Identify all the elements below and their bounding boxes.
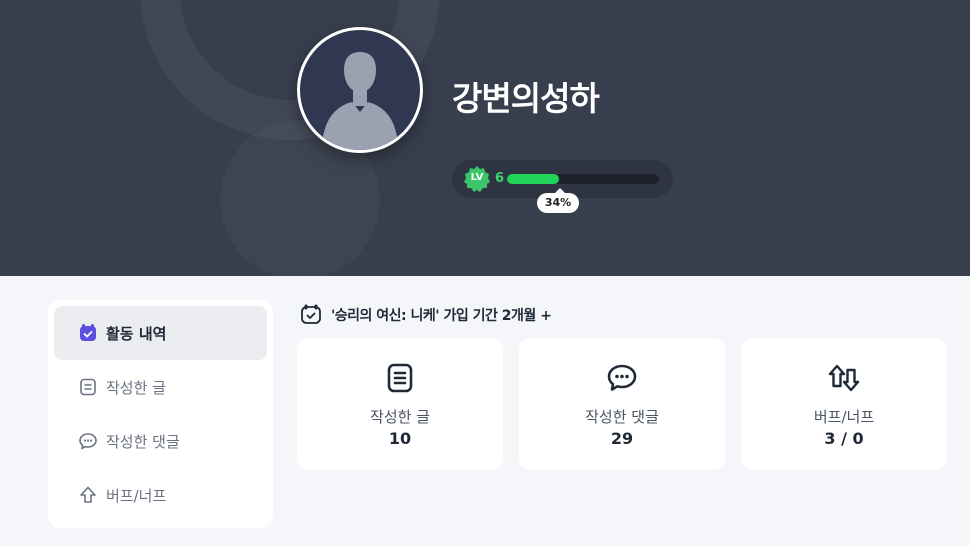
stat-value: 10 bbox=[388, 429, 412, 448]
sidebar-item-comments[interactable]: 작성한 댓글 bbox=[54, 414, 267, 468]
sidebar-item-label: 버프/너프 bbox=[106, 487, 167, 505]
stat-label: 버프/너프 bbox=[813, 408, 875, 426]
sidebar-item-label: 작성한 댓글 bbox=[106, 433, 180, 451]
sidebar: 활동 내역 작성한 글 작성한 댓글 버프/너프 bbox=[48, 300, 273, 528]
level-badge-label: LV bbox=[470, 172, 484, 183]
profile-nickname: 강변의성하 bbox=[452, 79, 600, 118]
stat-label: 작성한 댓글 bbox=[585, 408, 659, 426]
arrow-up-icon bbox=[80, 486, 96, 503]
stat-value: 3 / 0 bbox=[824, 429, 864, 448]
comment-icon bbox=[79, 433, 97, 450]
document-icon bbox=[80, 378, 96, 396]
stat-card-posts[interactable]: 작성한 글 10 bbox=[297, 338, 503, 470]
up-down-arrows-icon bbox=[828, 364, 860, 392]
sidebar-item-posts[interactable]: 작성한 글 bbox=[54, 360, 267, 414]
default-avatar-icon bbox=[322, 52, 398, 150]
sidebar-item-label: 활동 내역 bbox=[106, 325, 167, 343]
stat-value: 29 bbox=[610, 429, 634, 448]
stat-card-buff-nerf[interactable]: 버프/너프 3 / 0 bbox=[741, 338, 947, 470]
stat-label: 작성한 글 bbox=[370, 408, 430, 426]
level-badge: LV bbox=[463, 165, 491, 193]
membership-text: '승리의 여신: 니케' 가입 기간 2개월 + bbox=[331, 308, 552, 324]
profile-header bbox=[0, 0, 970, 276]
level-progress-fill bbox=[507, 174, 559, 184]
level-progress-tooltip: 34% bbox=[537, 188, 579, 213]
sidebar-item-label: 작성한 글 bbox=[106, 379, 166, 397]
comment-icon bbox=[607, 364, 637, 391]
calendar-check-icon bbox=[301, 304, 321, 324]
level-progress-track bbox=[507, 174, 659, 184]
document-icon bbox=[387, 363, 413, 393]
avatar bbox=[297, 27, 423, 153]
calendar-check-icon bbox=[80, 324, 96, 341]
sidebar-item-activity[interactable]: 활동 내역 bbox=[54, 306, 267, 360]
level-number: 6 bbox=[495, 171, 505, 186]
stat-card-comments[interactable]: 작성한 댓글 29 bbox=[519, 338, 725, 470]
sidebar-item-buff-nerf[interactable]: 버프/너프 bbox=[54, 468, 267, 522]
